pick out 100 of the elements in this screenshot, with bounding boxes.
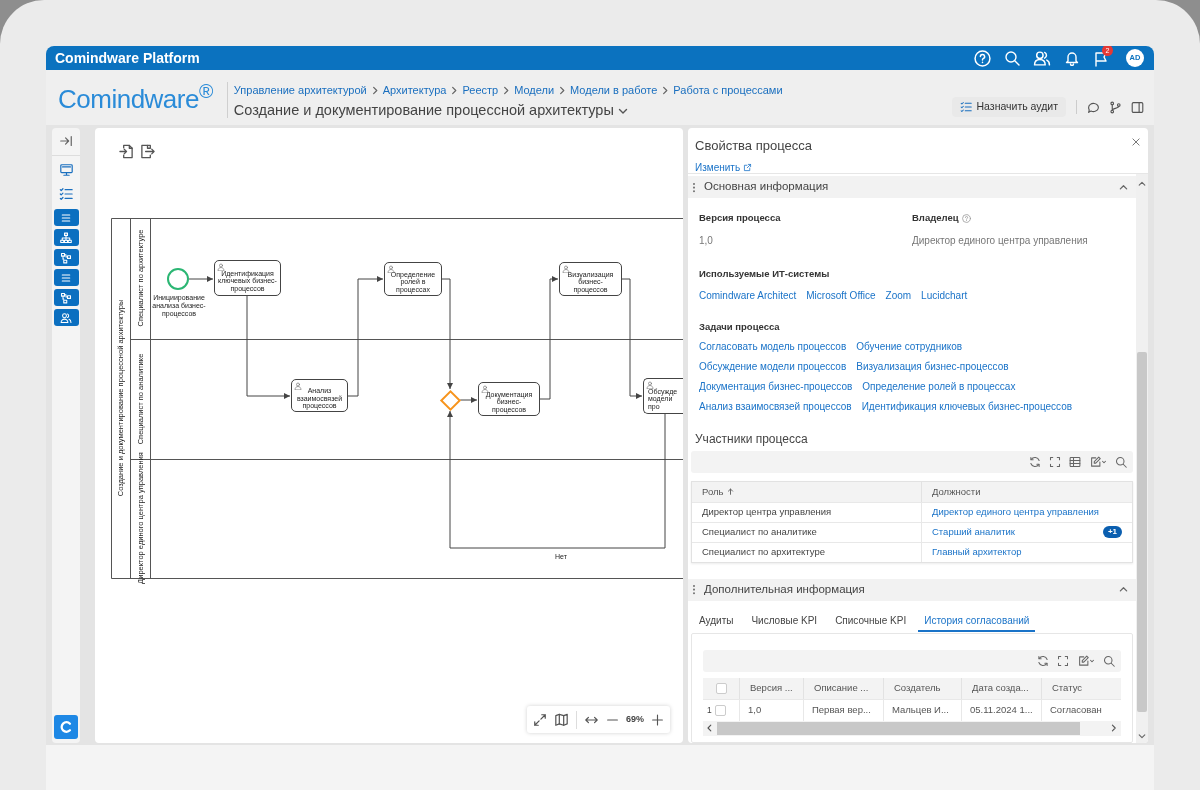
breadcrumb-link[interactable]: Архитектура xyxy=(382,81,447,99)
position-link[interactable]: Старший аналитик xyxy=(932,525,1103,540)
lines-icon xyxy=(60,271,72,284)
position-link[interactable]: Главный архитектор xyxy=(932,545,1122,560)
fullscreen-icon[interactable] xyxy=(1057,654,1069,667)
column-header[interactable]: Описание ... xyxy=(803,677,883,699)
row-number: 1 xyxy=(707,703,712,717)
collapse-icon[interactable] xyxy=(59,134,73,148)
task-link[interactable]: Анализ взаимосвязей процессов xyxy=(699,399,852,413)
breadcrumb-link[interactable]: Управление архитектурой xyxy=(233,81,367,99)
tab[interactable]: Числовые KPI xyxy=(745,611,824,632)
rail-button[interactable] xyxy=(53,269,79,286)
rail-button[interactable] xyxy=(53,229,79,246)
it-system-link[interactable]: Microsoft Office xyxy=(806,287,876,303)
search-icon[interactable] xyxy=(1004,50,1020,66)
field-value: 1,0 xyxy=(699,234,714,249)
task-link[interactable]: Идентификация ключевых бизнес-процессов xyxy=(861,399,1073,413)
table-cell: Специалист по аналитике xyxy=(702,525,817,540)
monitor-icon[interactable] xyxy=(58,163,74,177)
edit-link[interactable]: Изменить xyxy=(695,160,753,175)
user-icon xyxy=(562,265,570,273)
panel-title: Свойства процесса xyxy=(695,137,812,155)
breadcrumb-link[interactable]: Реестр xyxy=(462,81,499,99)
field-value: Директор единого центра управления xyxy=(912,234,1089,249)
breadcrumb-link[interactable]: Модели xyxy=(514,81,555,99)
rail-button[interactable] xyxy=(53,289,79,306)
page-title: Создание и документирование процессной архитектуры xyxy=(233,101,614,120)
table-cell: 05.11.2024 1... xyxy=(970,703,1033,718)
people-icon[interactable] xyxy=(1033,49,1051,67)
flag-icon[interactable] xyxy=(1093,50,1109,67)
side-panel-icon[interactable] xyxy=(1131,100,1144,114)
refresh-icon[interactable] xyxy=(1029,455,1041,468)
flowchart-icon xyxy=(60,291,72,304)
table-cell: Директор центра управления xyxy=(702,505,832,520)
expand-icon[interactable] xyxy=(533,712,547,727)
column-header[interactable]: Создатель xyxy=(883,677,961,699)
rail-button[interactable] xyxy=(53,209,79,226)
table-cell: Согласован xyxy=(1050,703,1102,718)
edit-menu-icon[interactable] xyxy=(1077,654,1095,667)
map-icon[interactable] xyxy=(554,712,569,727)
export-icon[interactable] xyxy=(140,144,155,159)
rail-button[interactable] xyxy=(53,249,79,266)
start-event xyxy=(167,268,189,290)
column-header[interactable]: Версия ... xyxy=(739,677,803,699)
app-logo-icon[interactable] xyxy=(54,715,78,739)
column-header[interactable]: Статус xyxy=(1041,677,1113,699)
it-system-link[interactable]: Lucidchart xyxy=(921,287,968,303)
assign-audit-button[interactable]: Назначить аудит xyxy=(951,97,1066,117)
task-link[interactable]: Согласовать модель процессов xyxy=(699,339,847,353)
breadcrumb-link[interactable]: Работа с процессами xyxy=(673,81,783,99)
zoom-level: 69% xyxy=(626,712,644,726)
close-icon[interactable] xyxy=(1131,137,1141,147)
checkbox[interactable] xyxy=(714,704,726,716)
checklist-icon[interactable] xyxy=(59,187,73,201)
column-header[interactable]: Должности xyxy=(921,481,1132,502)
it-system-link[interactable]: Zoom xyxy=(885,287,912,303)
position-link[interactable]: Директор единого центра управления xyxy=(932,505,1122,520)
table-cell: Первая вер... xyxy=(812,703,871,718)
count-badge[interactable]: +1 xyxy=(1102,526,1122,539)
breadcrumb-link[interactable]: Модели в работе xyxy=(570,81,658,99)
task-link[interactable]: Документация бизнес-процессов xyxy=(699,379,853,393)
caret-down-icon xyxy=(1138,732,1146,740)
user-icon xyxy=(294,382,302,390)
task-link[interactable]: Определение ролей в процессах xyxy=(862,379,1016,393)
section-header[interactable]: Основная информация xyxy=(688,176,1136,198)
task-link[interactable]: Обучение сотрудников xyxy=(856,339,963,353)
horizontal-scrollbar[interactable] xyxy=(703,720,1121,736)
field-label: Используемые ИТ-системы xyxy=(699,267,830,282)
search-icon[interactable] xyxy=(1115,455,1127,468)
tab[interactable]: Аудиты xyxy=(693,611,740,632)
column-header[interactable]: Дата созда... xyxy=(961,677,1041,699)
external-link-icon xyxy=(743,163,753,172)
checkbox[interactable] xyxy=(715,682,727,694)
chat-icon[interactable] xyxy=(1087,100,1100,114)
task-link[interactable]: Визуализация бизнес-процессов xyxy=(856,359,1009,373)
scrollbar[interactable] xyxy=(1136,174,1148,743)
bell-icon[interactable] xyxy=(1064,50,1080,66)
field-label: Задачи процесса xyxy=(699,319,780,334)
it-system-link[interactable]: Comindware Architect xyxy=(699,287,797,303)
branch-icon[interactable] xyxy=(1109,100,1122,114)
table-cell: Специалист по архитектуре xyxy=(702,545,825,560)
edit-menu-icon[interactable] xyxy=(1089,455,1107,468)
section-header[interactable]: Дополнительная информация xyxy=(688,578,1136,601)
rail-button[interactable] xyxy=(53,309,79,326)
lines-icon xyxy=(60,211,72,224)
caret-up-icon xyxy=(1138,180,1146,188)
tab[interactable]: Списочные KPI xyxy=(829,611,913,632)
checklist-icon xyxy=(959,101,972,113)
chevron-right-icon xyxy=(370,85,379,95)
import-icon[interactable] xyxy=(119,144,134,159)
table-icon[interactable] xyxy=(1069,455,1081,468)
zoom-in-icon[interactable] xyxy=(651,712,664,727)
fullscreen-icon[interactable] xyxy=(1049,455,1061,468)
drag-handle-icon xyxy=(692,584,696,596)
tab[interactable]: История согласований xyxy=(918,611,1036,632)
search-icon[interactable] xyxy=(1103,654,1115,667)
refresh-icon[interactable] xyxy=(1037,654,1049,667)
app-title: Comindware Platform xyxy=(55,48,200,68)
task-link[interactable]: Обсуждение модели процессов xyxy=(699,359,847,373)
column-header[interactable]: Роль xyxy=(692,481,921,502)
